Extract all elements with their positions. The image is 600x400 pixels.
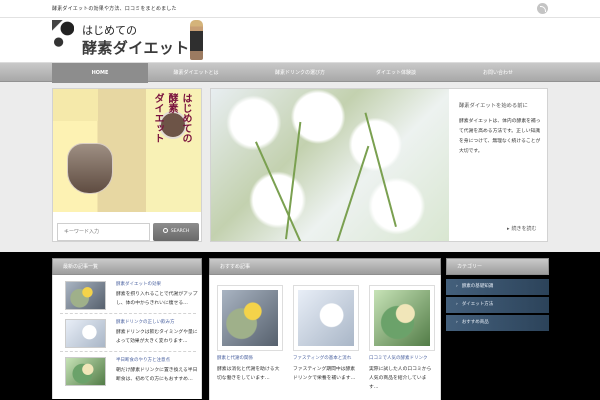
post-link[interactable]: 酵素と代謝の関係 bbox=[217, 355, 283, 361]
recommended-grid: 酵素と代謝の関係 酵素は消化と代謝を助ける大切な働きをしています… ファスティン… bbox=[209, 275, 441, 400]
promo-line3: ダイエット bbox=[152, 93, 163, 143]
post-excerpt: 酵素を摂り入れることで代謝がアップし、体の中からきれいに痩せる… bbox=[116, 292, 198, 306]
flower-image bbox=[211, 89, 449, 241]
post-excerpt: ファスティング期間中は酵素ドリンクで栄養を補います… bbox=[293, 367, 356, 381]
more-link[interactable]: 続きを読む bbox=[507, 225, 537, 232]
nav-item-about[interactable]: 酵素ダイエットとは bbox=[148, 63, 244, 83]
category-link[interactable]: 酵素の基礎知識 bbox=[446, 279, 549, 295]
rss-icon[interactable] bbox=[537, 3, 548, 14]
post-image bbox=[374, 290, 430, 346]
nav-item-experience[interactable]: ダイエット体験談 bbox=[348, 63, 444, 83]
post-excerpt: 酵素ドリンクは飲むタイミングや量によって効果が大きく変わります… bbox=[116, 330, 198, 344]
top-bar: 酵素ダイエットの効果や方法、口コミをまとめました bbox=[0, 0, 600, 18]
site-header: はじめての 酵素ダイエット bbox=[0, 18, 600, 62]
search-form: SEARCH bbox=[57, 223, 199, 241]
search-button-label: SEARCH bbox=[170, 229, 190, 234]
promo-image[interactable]: はじめての 酵素 ダイエット bbox=[53, 89, 201, 212]
post-excerpt: 朝だけ酵素ドリンクに置き換える半日断食は、初めての方にもおすすめ… bbox=[116, 368, 198, 382]
post-thumbnail[interactable] bbox=[65, 319, 106, 348]
recommended-widget: おすすめ記事 酵素と代謝の関係 酵素は消化と代謝を助ける大切な働きをしています…… bbox=[209, 258, 441, 400]
ornament-icon bbox=[52, 20, 74, 54]
logo-line2: 酵素ダイエット bbox=[82, 39, 190, 57]
post-excerpt: 実際に試した人の口コミから人気の商品を紹介しています… bbox=[369, 367, 432, 390]
category-widget: カテゴリー 酵素の基礎知識 ダイエット方法 おすすめ商品 bbox=[446, 258, 549, 331]
post-link[interactable]: ファスティングの基本と流れ bbox=[293, 355, 359, 361]
cup-image bbox=[67, 143, 113, 194]
promo-line1: はじめての bbox=[180, 93, 191, 143]
category-links: 酵素の基礎知識 ダイエット方法 おすすめ商品 bbox=[446, 275, 549, 331]
nav-home[interactable]: HOME bbox=[52, 63, 148, 83]
post-thumbnail[interactable] bbox=[65, 357, 106, 386]
post-link[interactable]: 酵素ドリンクの正しい飲み方 bbox=[116, 319, 198, 327]
flower-stem bbox=[255, 141, 305, 241]
nav-item-guide[interactable]: 酵素ドリンクの選び方 bbox=[252, 63, 348, 83]
post-thumbnail[interactable] bbox=[293, 285, 359, 351]
search-input[interactable] bbox=[57, 223, 150, 241]
divider bbox=[60, 313, 196, 314]
nav-item-contact[interactable]: お問い合わせ bbox=[450, 63, 546, 83]
slider-title: 酵素ダイエットを始める前に bbox=[459, 103, 528, 109]
latest-posts-widget: 最新の記事一覧 酵素ダイエットの効果 酵素を摂り入れることで代謝がアップし、体の… bbox=[52, 258, 202, 400]
promo-title: はじめての 酵素 ダイエット bbox=[139, 93, 191, 195]
recommended-title: おすすめ記事 bbox=[209, 258, 441, 275]
divider bbox=[60, 351, 196, 352]
promo-card: はじめての 酵素 ダイエット SEARCH bbox=[52, 88, 202, 242]
promo-tile bbox=[53, 89, 98, 121]
post-link[interactable]: 口コミで人気の酵素ドリンク bbox=[369, 355, 435, 361]
post-link[interactable]: 酵素ダイエットの効果 bbox=[116, 281, 198, 289]
flower-stem bbox=[331, 145, 370, 241]
site-tagline: 酵素ダイエットの効果や方法、口コミをまとめました bbox=[52, 6, 177, 12]
post-card[interactable]: ファスティングの基本と流れ ファスティング期間中は酵素ドリンクで栄養を補います… bbox=[293, 285, 359, 397]
logo-line1: はじめての bbox=[82, 24, 137, 37]
search-button[interactable]: SEARCH bbox=[153, 223, 199, 241]
search-icon bbox=[162, 228, 168, 233]
post-card[interactable]: 酵素と代謝の関係 酵素は消化と代謝を助ける大切な働きをしています… bbox=[217, 285, 283, 397]
post-image bbox=[222, 290, 278, 346]
post-image bbox=[298, 290, 354, 346]
main-nav: HOME 酵素ダイエットとは 酵素ドリンクの選び方 ダイエット体験談 お問い合わ… bbox=[0, 62, 600, 83]
post-link[interactable]: 半日断食のやり方と注意点 bbox=[116, 357, 198, 365]
flower-stem bbox=[364, 112, 397, 227]
latest-posts-list: 酵素ダイエットの効果 酵素を摂り入れることで代謝がアップし、体の中からきれいに痩… bbox=[52, 275, 202, 399]
category-title: カテゴリー bbox=[446, 258, 549, 275]
site-logo[interactable]: はじめての 酵素ダイエット bbox=[52, 20, 204, 60]
post-excerpt: 酵素は消化と代謝を助ける大切な働きをしています… bbox=[217, 367, 280, 381]
post-thumbnail[interactable] bbox=[65, 281, 106, 310]
featured-slider[interactable]: 酵素ダイエットを始める前に 酵素ダイエットは、体内の酵素を補って代謝を高める方法… bbox=[210, 88, 548, 242]
post-thumbnail[interactable] bbox=[369, 285, 435, 351]
category-link[interactable]: おすすめ商品 bbox=[446, 315, 549, 331]
category-link[interactable]: ダイエット方法 bbox=[446, 297, 549, 313]
latest-posts-title: 最新の記事一覧 bbox=[52, 258, 202, 275]
model-image bbox=[190, 20, 203, 60]
post-card[interactable]: 口コミで人気の酵素ドリンク 実際に試した人の口コミから人気の商品を紹介しています… bbox=[369, 285, 435, 397]
feature-area: はじめての 酵素 ダイエット SEARCH 酵素ダイエットを始める前に 酵素ダイ… bbox=[52, 88, 548, 242]
promo-line2: 酵素 bbox=[166, 93, 177, 113]
slider-info: 酵素ダイエットを始める前に 酵素ダイエットは、体内の酵素を補って代謝を高める方法… bbox=[449, 89, 547, 241]
slider-text: 酵素ダイエットは、体内の酵素を補って代謝を高める方法です。正しい知識を身につけて… bbox=[459, 119, 541, 154]
post-thumbnail[interactable] bbox=[217, 285, 283, 351]
flower-stem bbox=[285, 121, 302, 240]
